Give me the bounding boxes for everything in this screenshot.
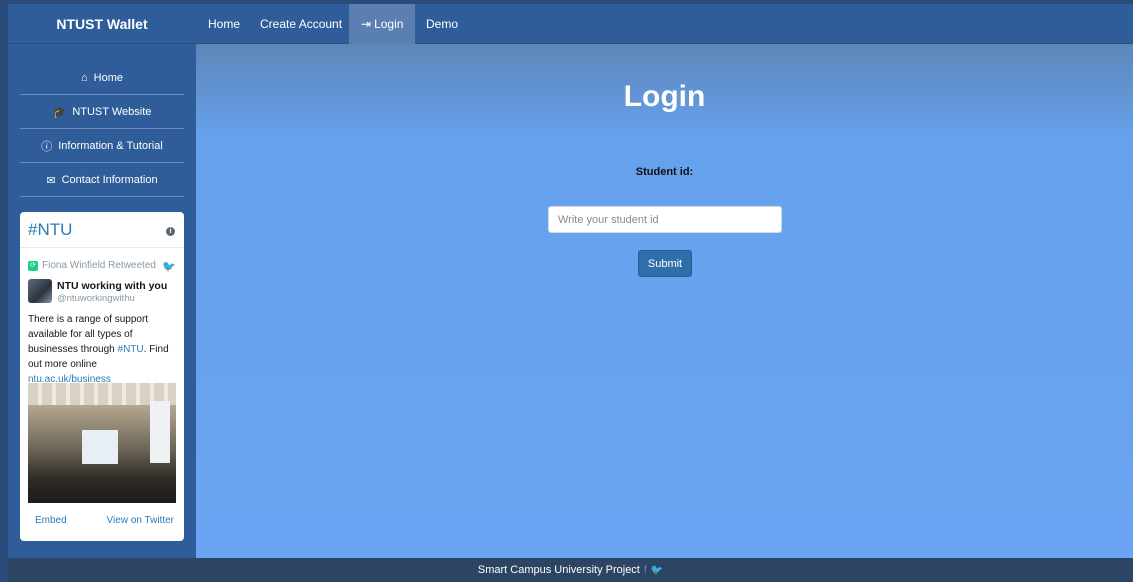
tweet-author-handle[interactable]: @ntuworkingwithu bbox=[57, 293, 135, 304]
sidebar-item-label: NTUST Website bbox=[72, 106, 152, 118]
top-navbar: NTUST Wallet Home Create Account ⇥ Login… bbox=[8, 4, 1133, 44]
facebook-icon[interactable]: f bbox=[644, 565, 647, 576]
embed-link[interactable]: Embed bbox=[35, 515, 67, 526]
photo-window bbox=[150, 401, 170, 463]
retweet-text: Fiona Winfield Retweeted bbox=[42, 260, 156, 271]
sidebar-item-label: Home bbox=[93, 72, 123, 84]
twitter-icon[interactable]: 🐦 bbox=[651, 565, 663, 576]
login-icon: ⇥ bbox=[361, 17, 372, 31]
twitter-widget-header: #NTU i bbox=[20, 212, 184, 248]
sidebar: ⌂ Home 🎓 NTUST Website ⓘ Information & T… bbox=[8, 44, 196, 558]
brand-logo[interactable]: NTUST Wallet bbox=[8, 4, 196, 44]
student-id-input[interactable] bbox=[548, 206, 782, 233]
sidebar-item-label: Information & Tutorial bbox=[58, 140, 163, 152]
nav-login[interactable]: ⇥ Login bbox=[349, 4, 416, 44]
nav-demo-label: Demo bbox=[426, 17, 459, 31]
info-circle-icon: ⓘ bbox=[41, 141, 53, 153]
envelope-icon: ✉ bbox=[46, 174, 56, 187]
nav-home[interactable]: Home bbox=[196, 4, 252, 44]
home-icon: ⌂ bbox=[81, 72, 88, 84]
sidebar-item-information-tutorial[interactable]: ⓘ Information & Tutorial bbox=[20, 130, 184, 163]
page-title: Login bbox=[623, 80, 706, 113]
retweet-icon: ⟳ bbox=[28, 260, 38, 271]
nav-demo[interactable]: Demo bbox=[414, 4, 470, 44]
tweet-photo[interactable] bbox=[28, 383, 176, 503]
twitter-bird-icon[interactable]: 🐦 bbox=[162, 260, 176, 273]
photo-screen bbox=[82, 430, 118, 464]
info-icon[interactable]: i bbox=[166, 227, 175, 236]
sidebar-item-contact-information[interactable]: ✉ Contact Information bbox=[20, 164, 184, 197]
nav-home-label: Home bbox=[208, 17, 241, 31]
footer-text: Smart Campus University Project bbox=[477, 564, 640, 576]
twitter-widget-title[interactable]: #NTU bbox=[28, 220, 72, 240]
nav-create-account-label: Create Account bbox=[260, 17, 343, 31]
twitter-widget: #NTU i ⟳ Fiona Winfield Retweeted 🐦 NTU … bbox=[20, 212, 184, 541]
nav-create-account[interactable]: Create Account bbox=[248, 4, 354, 44]
graduation-cap-icon: 🎓 bbox=[52, 106, 67, 119]
main-content: Login Student id: Submit bbox=[196, 44, 1133, 558]
sidebar-item-home[interactable]: ⌂ Home bbox=[20, 62, 184, 95]
submit-button[interactable]: Submit bbox=[638, 250, 692, 277]
nav-login-label: Login bbox=[374, 17, 404, 31]
avatar[interactable] bbox=[28, 279, 52, 303]
student-id-label: Student id: bbox=[635, 166, 694, 178]
sidebar-item-label: Contact Information bbox=[61, 174, 158, 186]
app-frame: NTUST Wallet Home Create Account ⇥ Login… bbox=[8, 4, 1133, 582]
view-on-twitter-link[interactable]: View on Twitter bbox=[107, 515, 174, 526]
sidebar-item-ntust-website[interactable]: 🎓 NTUST Website bbox=[20, 96, 184, 129]
footer: Smart Campus University Project f 🐦 bbox=[8, 558, 1133, 582]
hashtag-link[interactable]: #NTU bbox=[118, 344, 144, 355]
retweet-line: ⟳ Fiona Winfield Retweeted bbox=[28, 260, 156, 271]
tweet-author-name[interactable]: NTU working with you bbox=[57, 280, 167, 292]
tweet-text: There is a range of support available fo… bbox=[28, 312, 180, 387]
